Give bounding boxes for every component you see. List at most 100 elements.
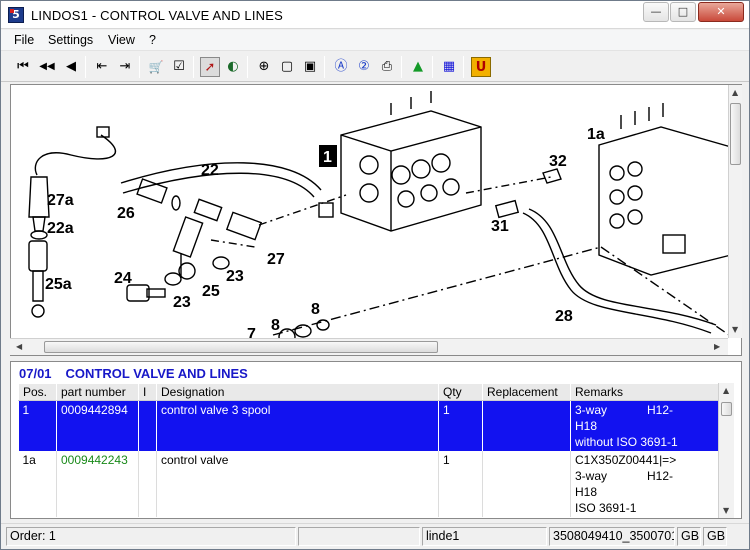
chapter-back-icon[interactable]: ⇤ bbox=[92, 57, 112, 77]
label-31: 31 bbox=[491, 218, 509, 235]
oring-8b bbox=[316, 319, 330, 331]
scroll-down-icon[interactable]: ▼ bbox=[732, 325, 738, 334]
column-header-part-number[interactable]: part number bbox=[56, 383, 139, 401]
cell-i bbox=[138, 400, 157, 451]
label-22a: 22a bbox=[47, 220, 74, 237]
grid-icon[interactable]: ▦ bbox=[439, 57, 459, 77]
menu-file[interactable]: File bbox=[14, 33, 34, 47]
label-26: 26 bbox=[117, 205, 135, 222]
close-button[interactable]: ✕ bbox=[698, 2, 744, 22]
column-header-qty[interactable]: Qty bbox=[438, 383, 483, 401]
banjo-eye bbox=[31, 304, 45, 318]
cell-designation: control valve bbox=[156, 450, 439, 517]
section-number: 07/01 bbox=[19, 366, 52, 381]
column-header-remarks[interactable]: Remarks bbox=[570, 383, 719, 401]
cell-pos: 1 bbox=[18, 400, 57, 451]
label-23a: 23 bbox=[173, 294, 191, 311]
banjo-25a bbox=[32, 270, 44, 302]
table-row[interactable]: 1 0009442894 control valve 3 spool 1 3-w… bbox=[18, 400, 719, 451]
port bbox=[627, 161, 643, 177]
title-bar: 5 LINDOS1 - CONTROL VALVE AND LINES — □ … bbox=[1, 1, 749, 29]
status-empty bbox=[298, 527, 420, 546]
sensor-tip bbox=[32, 216, 46, 232]
minimize-button[interactable]: — bbox=[643, 2, 669, 22]
oring-8 bbox=[294, 324, 312, 338]
exploded-view-drawing[interactable]: 1 1a 22 32 27a 22a 26 31 27 25a 24 23 25… bbox=[10, 84, 742, 356]
page-fit-icon[interactable]: ▣ bbox=[300, 57, 320, 77]
scroll-left-icon[interactable]: ◀ bbox=[16, 342, 22, 351]
globe-icon[interactable]: ◐ bbox=[223, 57, 243, 77]
u-icon[interactable]: U bbox=[471, 57, 491, 77]
port bbox=[391, 165, 411, 185]
page-icon[interactable]: ▢ bbox=[277, 57, 297, 77]
table-header-row: Pos. part number I Designation Qty Repla… bbox=[18, 383, 719, 401]
export-icon[interactable]: ▲ bbox=[408, 57, 428, 77]
app-window: 5 LINDOS1 - CONTROL VALVE AND LINES — □ … bbox=[0, 0, 750, 550]
previous-page-icon[interactable]: ◀◀ bbox=[37, 57, 57, 77]
drawing-horizontal-thumb[interactable] bbox=[44, 341, 438, 353]
parts-list-scrollbar[interactable]: ▲ ▼ bbox=[718, 383, 734, 518]
menu-help[interactable]: ? bbox=[149, 33, 156, 47]
status-code: 3508049410_3500701 bbox=[549, 527, 675, 546]
zoom-in-icon[interactable]: ⊕ bbox=[254, 57, 274, 77]
pointer-icon[interactable]: ➚ bbox=[200, 57, 220, 77]
first-icon[interactable]: ⏮ bbox=[13, 57, 33, 77]
status-language-2: GB bbox=[703, 527, 727, 546]
column-header-replacement[interactable]: Replacement bbox=[482, 383, 571, 401]
parts-list-panel: 07/01 CONTROL VALVE AND LINES Pos. part n… bbox=[10, 361, 742, 519]
column-header-i[interactable]: I bbox=[138, 383, 157, 401]
label-1a: 1a bbox=[587, 126, 605, 143]
menu-view[interactable]: View bbox=[108, 33, 135, 47]
search-2-icon[interactable]: ② bbox=[354, 57, 374, 77]
drawing-horizontal-scrollbar[interactable]: ◀ ▶ bbox=[10, 338, 728, 355]
print-icon[interactable]: ⎙ bbox=[377, 57, 397, 77]
scroll-right-icon[interactable]: ▶ bbox=[714, 342, 720, 351]
drawing-vertical-scrollbar[interactable]: ▲ ▼ bbox=[728, 85, 742, 338]
label-24: 24 bbox=[114, 270, 132, 287]
remark-line: C1X350Z00441|=> bbox=[575, 452, 677, 467]
label-25a: 25a bbox=[45, 276, 72, 293]
drawing-vertical-thumb[interactable] bbox=[730, 103, 741, 165]
port bbox=[609, 189, 625, 205]
oring bbox=[171, 195, 181, 211]
toolbar-separator bbox=[324, 56, 325, 78]
cell-remarks: 3-way H12- H18 without ISO 3691-1 bbox=[570, 400, 719, 451]
previous-icon[interactable]: ◀ bbox=[61, 57, 81, 77]
valve-levers bbox=[620, 103, 664, 129]
cart-icon[interactable]: 🛒 bbox=[146, 57, 166, 77]
port bbox=[442, 178, 460, 196]
cell-part-number[interactable]: 0009442243 bbox=[56, 450, 139, 517]
cell-remarks: C1X350Z00441|=> 3-way H12- H18 ISO 3691-… bbox=[570, 450, 719, 517]
port bbox=[627, 185, 643, 201]
port bbox=[359, 183, 379, 203]
list-check-icon[interactable]: ☑ bbox=[169, 57, 189, 77]
scroll-up-icon[interactable]: ▲ bbox=[723, 386, 729, 395]
valve-stems bbox=[390, 91, 432, 115]
label-28: 28 bbox=[555, 308, 573, 325]
search-a-icon[interactable]: Ⓐ bbox=[331, 57, 351, 77]
column-header-pos[interactable]: Pos. bbox=[18, 383, 57, 401]
cell-pos: 1a bbox=[18, 450, 57, 517]
port bbox=[359, 155, 379, 175]
toolbar-separator bbox=[247, 56, 248, 78]
column-header-designation[interactable]: Designation bbox=[156, 383, 439, 401]
fitting-25 bbox=[172, 216, 204, 258]
parts-list-thumb[interactable] bbox=[721, 402, 732, 416]
menu-settings[interactable]: Settings bbox=[48, 33, 93, 47]
chapter-forward-icon[interactable]: ⇥ bbox=[115, 57, 135, 77]
cell-part-number[interactable]: 0009442894 bbox=[56, 400, 139, 451]
port bbox=[609, 165, 625, 181]
scroll-up-icon[interactable]: ▲ bbox=[732, 88, 738, 97]
status-user: linde1 bbox=[422, 527, 547, 546]
label-1: 1 bbox=[323, 149, 332, 166]
cell-qty: 1 bbox=[438, 450, 483, 517]
port bbox=[609, 213, 625, 229]
table-row[interactable]: 1a 0009442243 control valve 1 C1X350Z004… bbox=[18, 450, 719, 517]
dashed-line bbox=[272, 246, 602, 336]
fitting-27 bbox=[225, 211, 263, 241]
scroll-down-icon[interactable]: ▼ bbox=[723, 506, 729, 515]
port bbox=[420, 184, 438, 202]
washer-22a bbox=[30, 230, 48, 240]
maximize-button[interactable]: □ bbox=[670, 2, 696, 22]
sensor-cable bbox=[34, 134, 117, 176]
